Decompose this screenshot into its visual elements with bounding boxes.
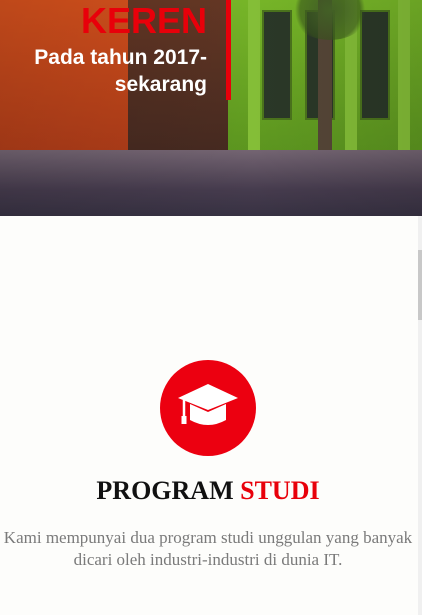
program-section-title: PROGRAM STUDI	[0, 474, 416, 508]
hero-accent-bar	[226, 0, 231, 100]
hero-title: KEREN	[80, 0, 207, 41]
program-title-highlight: STUDI	[240, 476, 320, 505]
program-title-word: PROGRAM	[96, 476, 234, 505]
graduation-cap-icon-svg	[178, 384, 238, 425]
program-description: Kami mempunyai dua program studi unggula…	[3, 528, 413, 569]
page-scrollbar-thumb[interactable]	[418, 250, 422, 320]
graduation-cap-icon	[160, 360, 256, 456]
hero-banner: KEREN Pada tahun 2017-sekarang	[0, 0, 422, 216]
hero-subtitle: Pada tahun 2017-sekarang	[34, 46, 207, 96]
hero-overlay	[0, 0, 422, 216]
